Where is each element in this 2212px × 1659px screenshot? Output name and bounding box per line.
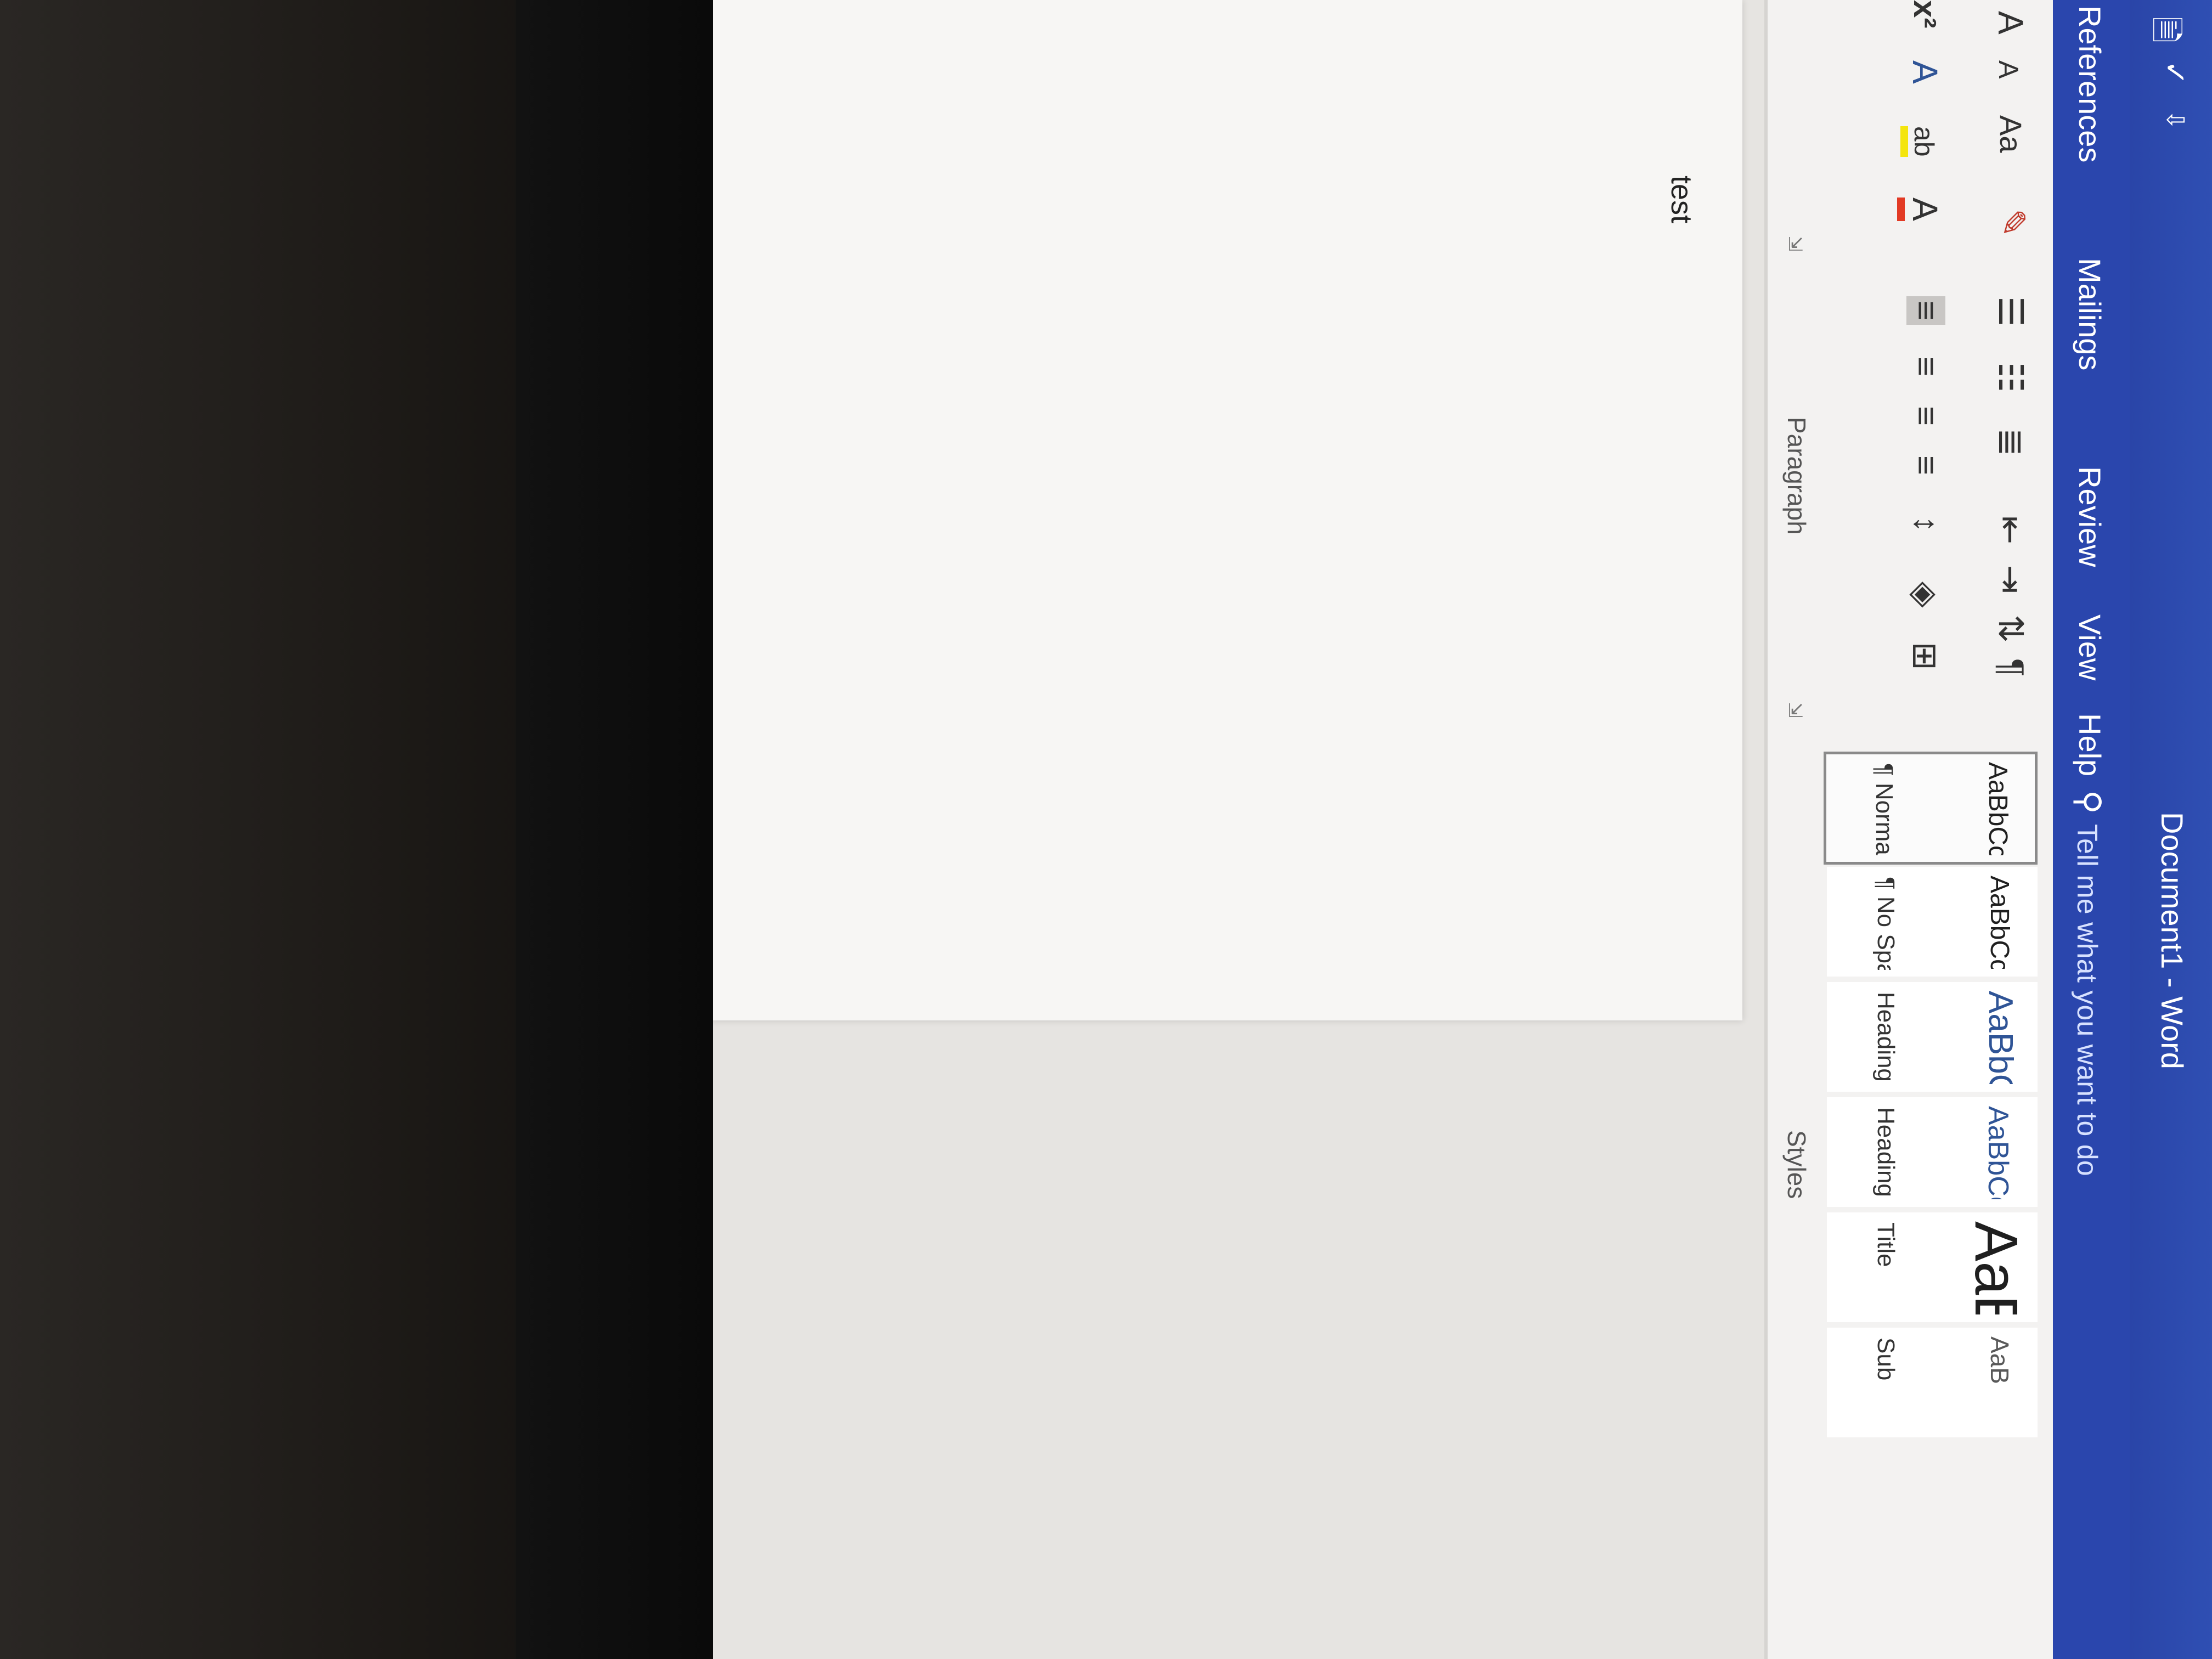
decrease-indent-icon[interactable]: ⇤ <box>1991 516 2031 544</box>
numbering-icon[interactable]: ☷ <box>1991 362 2031 393</box>
document-text[interactable]: test <box>1664 176 1699 223</box>
home-ribbon: A A Aa ✎ x² A ab A ⇲ ☰ ☷ ≣ ⇤ ⇥ ⇅ ¶ ≡ ≡ ≡… <box>1764 0 2053 1659</box>
style-heading-1[interactable]: AaBbCc Heading 1 <box>1827 982 2038 1092</box>
align-left-icon[interactable]: ≡ <box>1906 296 1945 325</box>
shading-icon[interactable]: ◈ <box>1905 582 1945 608</box>
tab-mailings[interactable]: Mailings <box>2072 258 2108 370</box>
tell-me-search[interactable]: ⚲ Tell me what you want to do <box>2069 790 2108 1176</box>
style-sample: AaBbCcC <box>1982 1106 2014 1199</box>
font-dialog-launcher-icon[interactable]: ⇲ <box>1784 236 1806 252</box>
multilevel-list-icon[interactable]: ≣ <box>1991 428 2031 456</box>
highlight-color-button[interactable]: ab <box>1900 126 1940 157</box>
style-name: Sub <box>1872 1338 1899 1381</box>
styles-group-label: Styles <box>1782 1130 1811 1199</box>
style-sample: AaBbCc <box>1982 991 2019 1084</box>
style-sample: AaBbCcDc <box>1985 876 2014 969</box>
spelling-check-icon[interactable]: ✓ <box>2158 60 2192 85</box>
paragraph-group-label: Paragraph <box>1782 417 1811 535</box>
title-bar: 🗎 ✓ ⇩ Document1 - Word <box>2130 0 2212 1659</box>
style-sample: AaB <box>1962 1221 2030 1314</box>
search-icon: ⚲ <box>2070 790 2107 814</box>
style-no-spacing[interactable]: AaBbCcDc ¶ No Spac... <box>1827 867 2038 977</box>
word-window: 🗎 ✓ ⇩ Document1 - Word References Mailin… <box>713 0 2212 1659</box>
align-right-icon[interactable]: ≡ <box>1906 406 1945 426</box>
borders-icon[interactable]: ⊞ <box>1905 642 1945 670</box>
search-placeholder: Tell me what you want to do <box>2071 823 2103 1176</box>
style-sample: AaBbCcDc <box>1983 762 2012 855</box>
sort-icon[interactable]: ⇅ <box>1991 614 2031 643</box>
justify-icon[interactable]: ≡ <box>1906 455 1945 475</box>
style-normal[interactable]: AaBbCcDc ¶ Normal <box>1824 752 2038 865</box>
show-formatting-marks-icon[interactable]: ¶ <box>1992 658 2031 676</box>
tab-review[interactable]: Review <box>2072 466 2108 567</box>
shrink-font-button[interactable]: A <box>1993 60 2024 78</box>
bullets-icon[interactable]: ☰ <box>1991 296 2031 327</box>
text-effects-button[interactable]: A <box>1905 60 1945 84</box>
increase-indent-icon[interactable]: ⇥ <box>1991 565 2031 594</box>
line-spacing-icon[interactable]: ↕ <box>1906 516 1945 533</box>
document-area: test <box>713 0 1764 1659</box>
customize-toolbar-icon[interactable]: ⇩ <box>2161 110 2189 130</box>
paragraph-dialog-launcher-icon[interactable]: ⇲ <box>1784 702 1806 718</box>
tab-help[interactable]: Help <box>2072 713 2108 776</box>
style-sample: AaB <box>1985 1336 2014 1384</box>
style-name: ¶ No Spac... <box>1872 877 1899 970</box>
font-color-button[interactable]: A <box>1897 198 1945 221</box>
style-name: Title <box>1872 1222 1899 1267</box>
tab-view[interactable]: View <box>2072 614 2108 680</box>
print-preview-icon[interactable]: 🗎 <box>2134 16 2190 43</box>
style-name: Heading 1 <box>1872 992 1899 1085</box>
style-name: Heading 2 <box>1872 1107 1899 1200</box>
clear-formatting-icon[interactable]: ✎ <box>1993 208 2033 237</box>
tab-references[interactable]: References <box>2072 5 2108 162</box>
change-case-button[interactable]: Aa <box>1993 115 2029 153</box>
style-subtitle[interactable]: AaB Sub <box>1827 1328 2038 1437</box>
ribbon-tabs: References Mailings Review View Help ⚲ Te… <box>2053 0 2130 1659</box>
grow-font-button[interactable]: A <box>1990 11 2031 35</box>
style-title[interactable]: AaB Title <box>1827 1212 2038 1322</box>
document-page[interactable]: test <box>713 0 1742 1020</box>
style-name: ¶ Normal <box>1871 763 1898 856</box>
align-center-icon[interactable]: ≡ <box>1906 357 1945 376</box>
superscript-button[interactable]: x² <box>1906 0 1943 29</box>
monitor-screen: 🗎 ✓ ⇩ Document1 - Word References Mailin… <box>713 0 2212 1659</box>
window-title: Document1 - Word <box>2155 812 2190 1069</box>
style-heading-2[interactable]: AaBbCcC Heading 2 <box>1827 1097 2038 1207</box>
monitor-bezel <box>516 0 713 1659</box>
